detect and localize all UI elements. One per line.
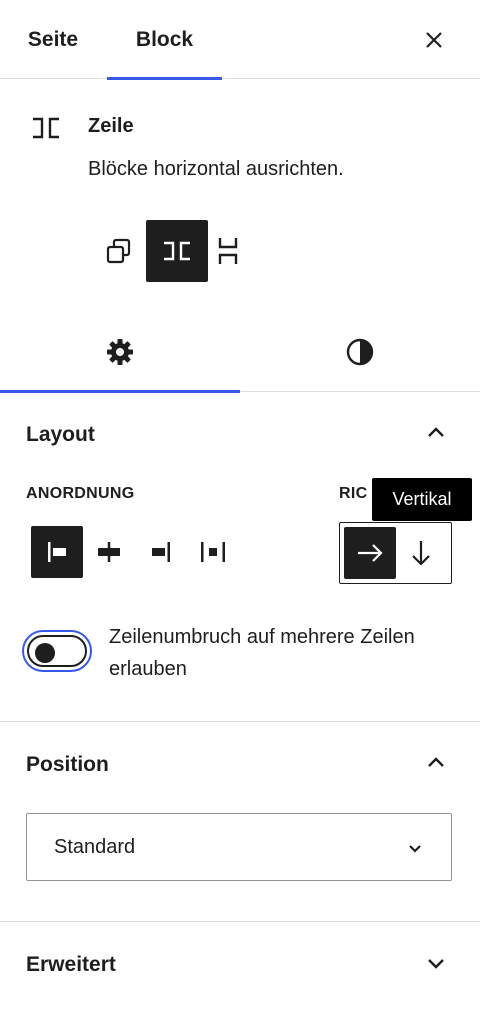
chevron-down-icon (409, 845, 421, 853)
orientation-vertical-button[interactable] (396, 527, 448, 579)
tab-block[interactable]: Block (107, 0, 222, 80)
chevron-up-icon (428, 427, 444, 437)
justify-center-icon (98, 542, 120, 562)
divider (0, 921, 480, 922)
orientation-label: RIC (339, 485, 368, 502)
row-block-icon (33, 117, 59, 139)
tab-settings[interactable] (0, 312, 240, 393)
justify-left-button[interactable] (31, 526, 83, 578)
justify-right-icon (152, 542, 170, 562)
variation-group-button[interactable] (92, 220, 146, 282)
sidebar-tabs: Seite Block (0, 0, 480, 80)
block-description: Blöcke horizontal ausrichten. (88, 158, 344, 180)
layout-panel-toggle[interactable]: Layout (0, 403, 480, 463)
arrow-down-icon (412, 541, 431, 566)
chevron-down-icon (428, 959, 444, 969)
block-variations (92, 220, 248, 282)
justification-label: ANORDNUNG (26, 485, 135, 502)
advanced-panel-title: Erweitert (26, 953, 116, 976)
tab-styles[interactable] (240, 312, 480, 392)
close-button[interactable] (416, 22, 452, 58)
row-icon (164, 241, 190, 261)
stack-icon (218, 238, 238, 264)
justification-controls (31, 526, 239, 578)
variation-stack-button[interactable] (208, 220, 248, 282)
close-icon (426, 32, 442, 48)
justify-space-between-icon (201, 542, 225, 562)
orientation-horizontal-button[interactable] (344, 527, 396, 579)
tab-page[interactable]: Seite (0, 0, 106, 79)
toggle-thumb (35, 643, 55, 663)
toggle-track (27, 635, 87, 667)
chevron-up-icon (428, 757, 444, 767)
orientation-controls (339, 522, 452, 584)
justify-left-icon (48, 542, 66, 562)
tooltip: Vertikal (372, 478, 472, 521)
position-panel-toggle[interactable]: Position (0, 733, 480, 793)
block-title: Zeile (88, 115, 134, 137)
wrap-toggle-label[interactable]: Zeilenumbruch auf mehrere Zeilen erlaube… (109, 621, 449, 685)
layout-panel-title: Layout (26, 423, 95, 446)
wrap-toggle[interactable] (22, 630, 92, 672)
variation-row-button[interactable] (146, 220, 208, 282)
arrow-right-icon (357, 544, 383, 562)
group-icon (106, 238, 131, 264)
position-panel-title: Position (26, 753, 109, 776)
divider (0, 721, 480, 722)
justify-center-button[interactable] (83, 526, 135, 578)
justify-right-button[interactable] (135, 526, 187, 578)
styles-contrast-icon (346, 338, 374, 366)
advanced-panel-toggle[interactable]: Erweitert (0, 933, 480, 993)
position-select[interactable]: Standard (26, 813, 452, 881)
justify-space-between-button[interactable] (187, 526, 239, 578)
settings-gear-icon (107, 339, 133, 365)
inspector-tabs (0, 312, 480, 393)
position-select-value: Standard (54, 836, 136, 858)
